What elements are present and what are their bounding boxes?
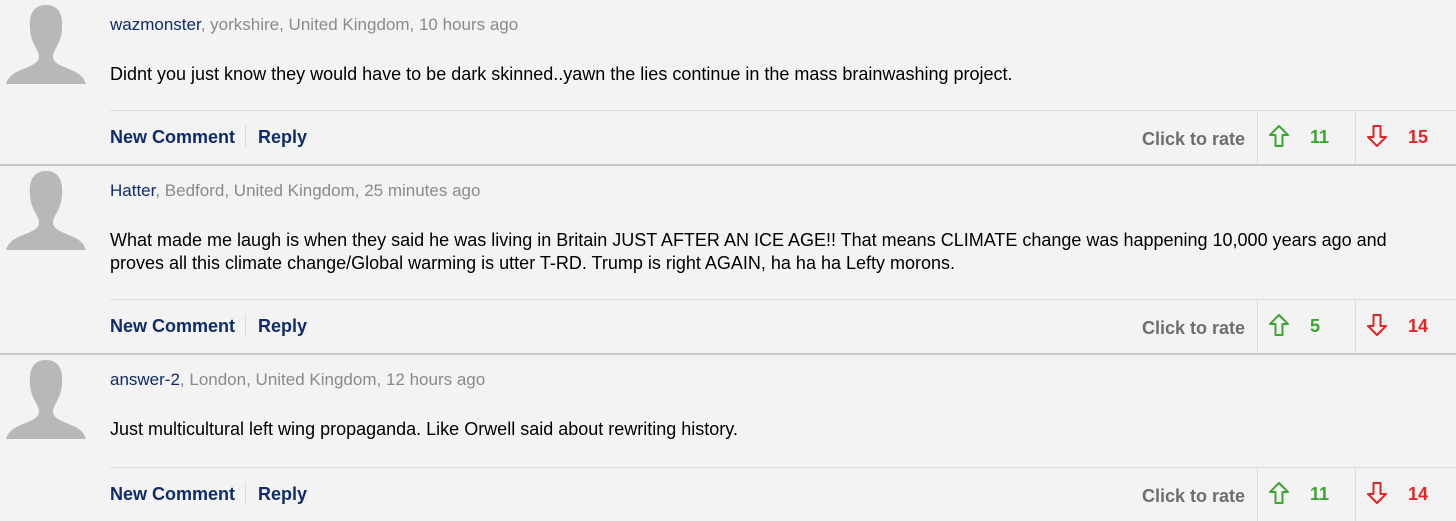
comments-list: wazmonster, yorkshire, United Kingdom, 1… <box>0 0 1456 521</box>
comment-item: wazmonster, yorkshire, United Kingdom, 1… <box>0 0 1456 166</box>
arrow-up-outline-icon[interactable] <box>1268 124 1290 148</box>
comment-username[interactable]: answer-2 <box>110 370 180 389</box>
comment-username[interactable]: Hatter <box>110 181 155 200</box>
click-to-rate-label: Click to rate <box>1142 486 1246 506</box>
comment-text: Just multicultural left wing propaganda.… <box>110 419 738 439</box>
upvote-control[interactable]: 5 <box>1257 300 1355 353</box>
comment-actions: New Comment Reply Click to rate 11 15 <box>110 110 1456 164</box>
comment-text: What made me laugh is when they said he … <box>110 230 1387 273</box>
reply-button[interactable]: Reply <box>258 315 307 337</box>
upvote-count: 5 <box>1310 316 1321 336</box>
comment-location-time: , yorkshire, United Kingdom, 10 hours ag… <box>200 15 519 34</box>
reply-button[interactable]: Reply <box>258 126 307 148</box>
click-to-rate-label: Click to rate <box>1142 318 1246 338</box>
comment-location-time: , London, United Kingdom, 12 hours ago <box>179 370 486 389</box>
downvote-count: 14 <box>1408 316 1429 336</box>
arrow-down-outline-icon[interactable] <box>1366 313 1388 337</box>
avatar <box>4 356 88 439</box>
comment-meta: answer-2, London, United Kingdom, 12 hou… <box>110 369 485 391</box>
avatar <box>4 1 88 84</box>
comment-meta: Hatter, Bedford, United Kingdom, 25 minu… <box>110 180 480 202</box>
arrow-down-outline-icon[interactable] <box>1366 124 1388 148</box>
downvote-control[interactable]: 15 <box>1355 111 1456 164</box>
reply-button[interactable]: Reply <box>258 483 307 505</box>
action-divider <box>245 125 246 147</box>
upvote-count: 11 <box>1310 127 1330 147</box>
arrow-down-outline-icon[interactable] <box>1366 481 1388 505</box>
avatar <box>4 167 88 250</box>
downvote-count: 15 <box>1408 127 1429 147</box>
downvote-count: 14 <box>1408 484 1429 504</box>
comment-meta: wazmonster, yorkshire, United Kingdom, 1… <box>110 14 518 36</box>
new-comment-button[interactable]: New Comment <box>110 315 235 337</box>
arrow-up-outline-icon[interactable] <box>1268 481 1290 505</box>
downvote-control[interactable]: 14 <box>1355 300 1456 353</box>
comment-location-time: , Bedford, United Kingdom, 25 minutes ag… <box>155 181 481 200</box>
default-user-silhouette-icon <box>6 5 86 84</box>
comment-username[interactable]: wazmonster <box>110 15 201 34</box>
new-comment-button[interactable]: New Comment <box>110 483 235 505</box>
action-divider <box>245 314 246 336</box>
upvote-count: 11 <box>1310 484 1330 504</box>
default-user-silhouette-icon <box>6 360 86 439</box>
action-divider <box>245 482 246 504</box>
default-user-silhouette-icon <box>6 171 86 250</box>
comment-actions: New Comment Reply Click to rate 5 14 <box>110 299 1456 353</box>
downvote-control[interactable]: 14 <box>1355 468 1456 521</box>
arrow-up-outline-icon[interactable] <box>1268 313 1290 337</box>
comment-text: Didnt you just know they would have to b… <box>110 64 1013 84</box>
new-comment-button[interactable]: New Comment <box>110 126 235 148</box>
comment-item: Hatter, Bedford, United Kingdom, 25 minu… <box>0 166 1456 355</box>
upvote-control[interactable]: 11 <box>1257 468 1355 521</box>
upvote-control[interactable]: 11 <box>1257 111 1355 164</box>
comment-item: answer-2, London, United Kingdom, 12 hou… <box>0 355 1456 521</box>
comment-actions: New Comment Reply Click to rate 11 14 <box>110 467 1456 521</box>
click-to-rate-label: Click to rate <box>1142 129 1246 149</box>
